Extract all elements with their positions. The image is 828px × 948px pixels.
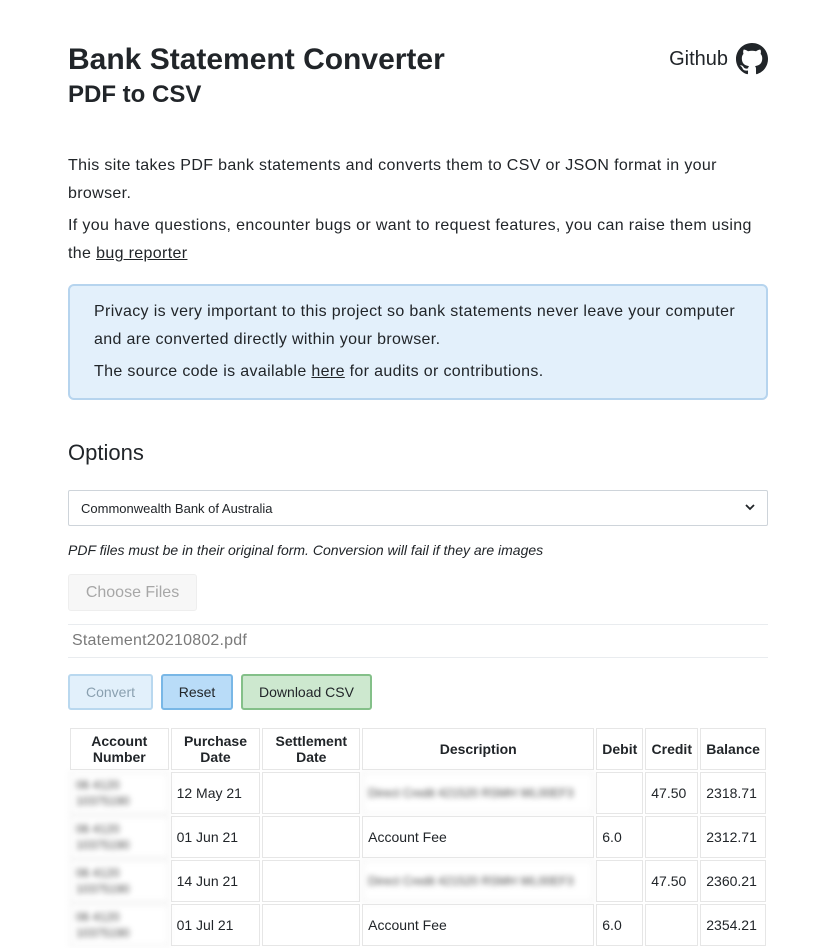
cell-settlement-date xyxy=(262,816,361,858)
col-header-settlement-date: Settlement Date xyxy=(262,728,361,770)
github-link[interactable]: Github xyxy=(669,42,768,76)
privacy-line-2: The source code is available here for au… xyxy=(94,358,742,386)
intro-text: This site takes PDF bank statements and … xyxy=(68,152,768,272)
cell-balance: 2354.21 xyxy=(700,904,766,946)
intro-line-1: This site takes PDF bank statements and … xyxy=(68,157,717,202)
convert-button[interactable]: Convert xyxy=(68,674,153,710)
bank-select-value: Commonwealth Bank of Australia xyxy=(81,500,273,516)
results-table: Account Number Purchase Date Settlement … xyxy=(68,726,768,948)
privacy-notice: Privacy is very important to this projec… xyxy=(68,284,768,400)
cell-account: 06 4120 10375190 xyxy=(70,816,169,858)
source-code-text: The source code is available xyxy=(94,363,312,380)
privacy-line-1: Privacy is very important to this projec… xyxy=(94,303,736,348)
col-header-description: Description xyxy=(362,728,595,770)
table-row: 06 4120 10375190 01 Jun 21 Account Fee 6.0 2… xyxy=(70,816,766,858)
cell-purchase-date: 01 Jul 21 xyxy=(170,904,261,946)
chevron-down-icon xyxy=(745,502,755,514)
source-code-suffix: for audits or contributions. xyxy=(344,363,544,380)
intro-line-2: If you have questions, encounter bugs or… xyxy=(68,212,768,268)
download-csv-button[interactable]: Download CSV xyxy=(241,674,372,710)
page-subtitle: PDF to CSV xyxy=(68,81,202,108)
cell-credit: 47.50 xyxy=(645,860,699,902)
bug-reporter-link[interactable]: bug reporter xyxy=(96,245,187,262)
table-row: 06 4120 10375190 12 May 21 Direct Credit 4… xyxy=(70,772,766,814)
cell-settlement-date xyxy=(262,904,361,946)
cell-account: 06 4120 10375190 xyxy=(70,860,169,902)
cell-debit: 6.0 xyxy=(596,904,644,946)
reset-button[interactable]: Reset xyxy=(161,674,233,710)
cell-debit xyxy=(596,860,644,902)
cell-description: Account Fee xyxy=(362,816,595,858)
file-list-item: Statement20210802.pdf xyxy=(68,624,768,658)
cell-account: 06 4120 10375190 xyxy=(70,772,169,814)
col-header-account: Account Number xyxy=(70,728,169,770)
cell-purchase-date: 14 Jun 21 xyxy=(170,860,261,902)
table-row: 06 4120 10375190 01 Jul 21 Account Fee 6.0 2… xyxy=(70,904,766,946)
file-name: Statement20210802.pdf xyxy=(72,632,248,649)
cell-debit: 6.0 xyxy=(596,816,644,858)
github-icon xyxy=(736,43,768,75)
options-heading: Options xyxy=(68,440,144,465)
col-header-credit: Credit xyxy=(645,728,699,770)
cell-balance: 2312.71 xyxy=(700,816,766,858)
cell-purchase-date: 12 May 21 xyxy=(170,772,261,814)
cell-credit xyxy=(645,904,699,946)
cell-description: Direct Credit 421520 RSMH WL00EF3 xyxy=(362,860,595,902)
cell-purchase-date: 01 Jun 21 xyxy=(170,816,261,858)
cell-balance: 2360.21 xyxy=(700,860,766,902)
col-header-balance: Balance xyxy=(700,728,766,770)
cell-account: 06 4120 10375190 xyxy=(70,904,169,946)
cell-debit xyxy=(596,772,644,814)
source-code-link[interactable]: here xyxy=(311,363,344,380)
table-row: 06 4120 10375190 14 Jun 21 Direct Credit 4… xyxy=(70,860,766,902)
cell-description: Account Fee xyxy=(362,904,595,946)
cell-credit xyxy=(645,816,699,858)
page-title: Bank Statement Converter xyxy=(68,43,445,76)
cell-settlement-date xyxy=(262,772,361,814)
pdf-hint: PDF files must be in their original form… xyxy=(68,542,544,558)
col-header-debit: Debit xyxy=(596,728,644,770)
bank-select[interactable]: Commonwealth Bank of Australia xyxy=(68,490,768,526)
table-body: 06 4120 10375190 12 May 21 Direct Credit 4… xyxy=(70,772,766,946)
github-label: Github xyxy=(669,47,728,70)
choose-files-button[interactable]: Choose Files xyxy=(68,574,197,611)
cell-balance: 2318.71 xyxy=(700,772,766,814)
table-header-row: Account Number Purchase Date Settlement … xyxy=(70,728,766,770)
cell-settlement-date xyxy=(262,860,361,902)
cell-credit: 47.50 xyxy=(645,772,699,814)
page: Bank Statement Converter PDF to CSV Gith… xyxy=(0,0,828,946)
cell-description: Direct Credit 421520 RSMH WL00EF3 xyxy=(362,772,595,814)
col-header-purchase-date: Purchase Date xyxy=(170,728,261,770)
